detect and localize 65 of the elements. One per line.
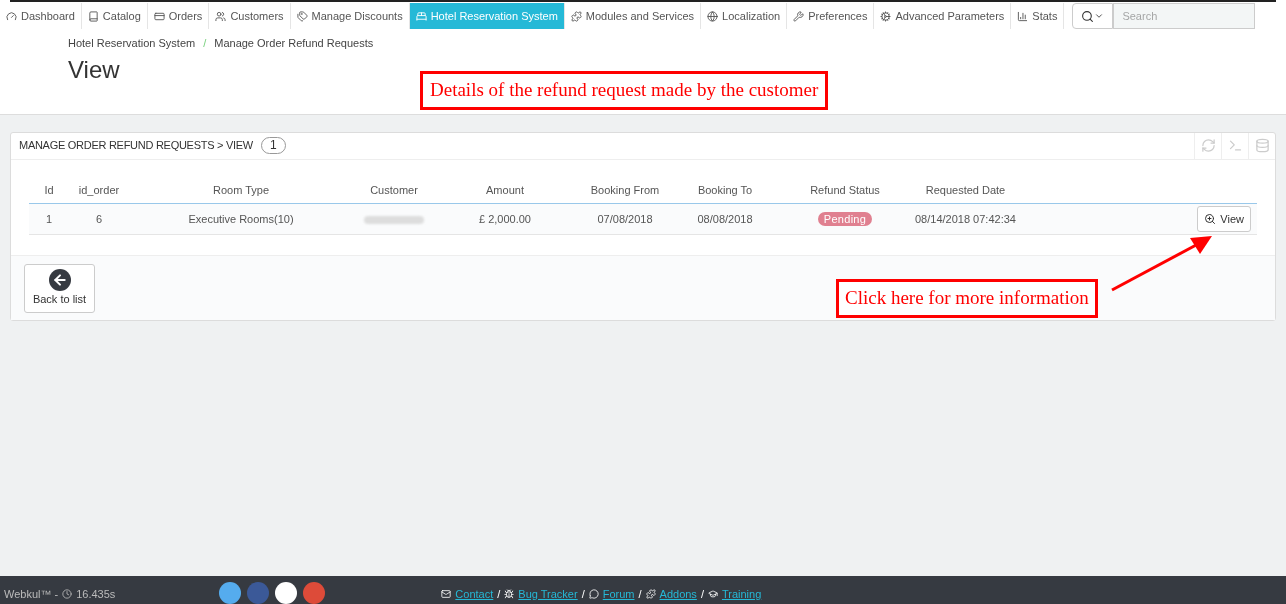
gear-icon — [880, 10, 892, 22]
nav-tab[interactable]: Advanced Parameters — [874, 3, 1012, 29]
footer-separator: / — [700, 586, 704, 602]
table-cell: £ 2,000.00 — [435, 203, 575, 235]
table-cell: 1 — [29, 203, 69, 235]
nav-tab[interactable]: Stats — [1011, 3, 1065, 29]
search-field[interactable]: Search — [1113, 3, 1256, 29]
globe-icon — [707, 10, 719, 22]
nav-tab[interactable]: Modules and Services — [564, 3, 702, 29]
column-header: Room Type — [129, 177, 353, 204]
column-header: Customer — [353, 177, 435, 204]
users-icon — [215, 10, 227, 22]
footer-separator: / — [497, 586, 501, 602]
column-header: Booking From — [575, 177, 675, 204]
annotation-callout: Details of the refund request made by the customer — [420, 71, 829, 110]
column-header: Booking To — [675, 177, 775, 204]
tags-icon — [296, 10, 308, 22]
table-cell: 07/08/2018 — [575, 203, 675, 235]
footer-link[interactable]: Training — [721, 585, 762, 602]
back-to-list-button[interactable]: Back to list — [24, 263, 95, 313]
column-header: Id — [29, 177, 69, 204]
panel-title: MANAGE ORDER REFUND REQUESTS > VIEW — [19, 138, 253, 154]
column-header: Refund Status — [775, 177, 915, 204]
nav-tab[interactable]: Dashboard — [0, 3, 82, 29]
footer-link[interactable]: Bug Tracker — [518, 585, 578, 602]
column-header: Amount — [435, 177, 575, 204]
view-button[interactable]: View — [1197, 206, 1251, 232]
clock-icon — [62, 588, 73, 599]
bar-chart-icon — [1017, 10, 1029, 22]
zoom-in-icon — [1204, 213, 1217, 225]
nav-tab[interactable]: Catalog — [81, 3, 148, 29]
footer-separator: / — [638, 586, 642, 602]
blurred-name — [364, 215, 424, 224]
footer-time: 16.435s — [76, 586, 116, 602]
footer-link[interactable]: Forum — [602, 585, 635, 602]
table-cell: 6 — [69, 203, 129, 235]
search-icon — [1081, 9, 1095, 23]
nav-tab[interactable]: Customers — [209, 3, 291, 29]
breadcrumb-current: Manage Order Refund Requests — [214, 36, 374, 51]
nav-tab[interactable]: Localization — [701, 3, 788, 29]
table-cell: Executive Rooms(10) — [129, 203, 353, 235]
book-icon — [87, 10, 99, 22]
page-title: View — [68, 54, 121, 85]
column-header: Requested Date — [915, 177, 1016, 204]
footer-link[interactable]: Contact — [455, 585, 494, 602]
bed-icon — [415, 10, 427, 22]
nav-tab[interactable]: Preferences — [787, 3, 875, 29]
breadcrumb-link[interactable]: Hotel Reservation System — [68, 35, 196, 52]
table-cell: 08/14/2018 07:42:34 — [915, 203, 1016, 235]
search-dropdown-button[interactable] — [1072, 3, 1114, 29]
column-header: id_order — [69, 177, 129, 204]
footer-separator: / — [581, 586, 585, 602]
puzzle-icon — [570, 10, 582, 22]
status-badge: Pending — [817, 211, 873, 226]
gauge-icon — [6, 10, 17, 22]
card-icon — [153, 10, 165, 22]
wrench-icon — [793, 10, 805, 22]
breadcrumb-separator: / — [203, 36, 207, 51]
footer-brand: Webkul™ - — [4, 586, 59, 602]
nav-tab[interactable]: Manage Discounts — [290, 3, 410, 29]
caret-icon — [1094, 11, 1105, 21]
annotation-callout: Click here for more information — [836, 279, 1098, 318]
nav-tab[interactable]: Orders — [147, 3, 210, 29]
footer-link[interactable]: Addons — [659, 585, 697, 602]
table-cell: 08/08/2018 — [675, 203, 775, 235]
